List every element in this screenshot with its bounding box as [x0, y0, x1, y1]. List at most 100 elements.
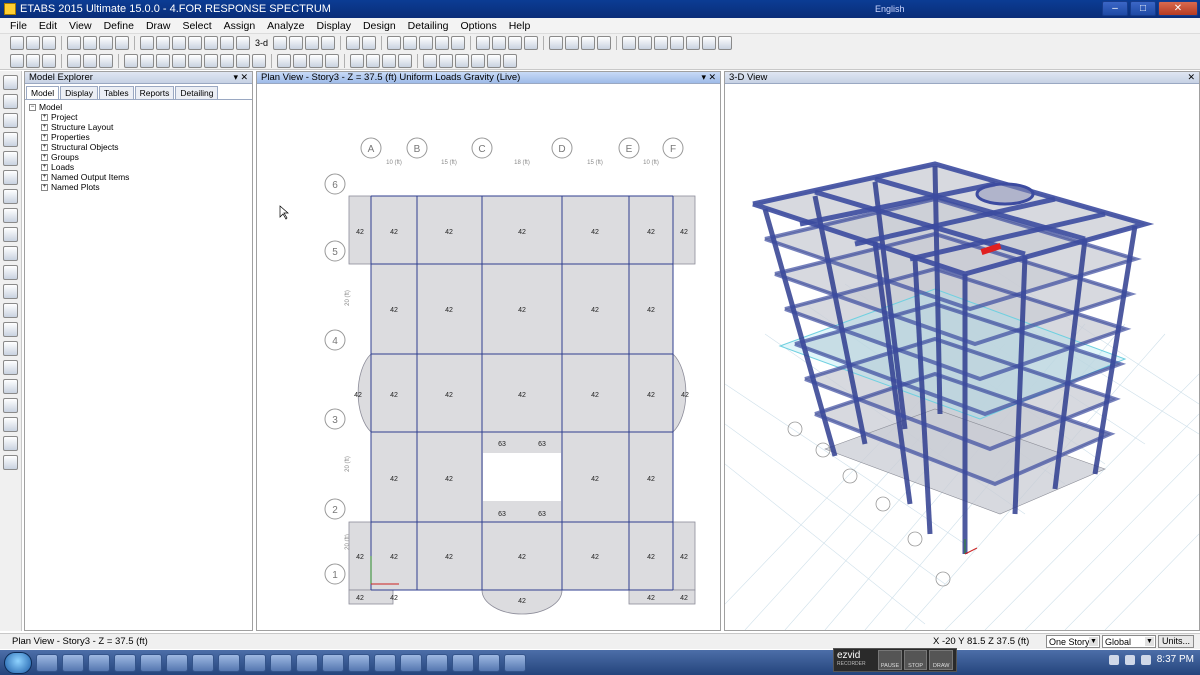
filter-icon[interactable] [654, 36, 669, 50]
draw-brace-vertical-icon[interactable] [3, 170, 18, 185]
point-load-icon[interactable] [366, 53, 380, 68]
draw-frame-icon[interactable] [67, 53, 81, 68]
draw-column-icon[interactable] [3, 151, 18, 166]
draw-link-icon[interactable] [3, 265, 18, 280]
show-tables-icon[interactable] [503, 53, 517, 68]
dimension-icon[interactable] [686, 36, 701, 50]
show-reactions-icon[interactable] [455, 53, 469, 68]
options-icon[interactable] [702, 36, 717, 50]
taskbar-pdf-icon[interactable] [452, 653, 474, 672]
concrete-design-icon[interactable] [565, 36, 580, 50]
taskbar-app-icon[interactable] [348, 653, 370, 672]
menu-display[interactable]: Display [311, 20, 357, 32]
taskbar-app-icon[interactable] [426, 653, 448, 672]
redo-icon[interactable] [83, 36, 97, 50]
minimize-button[interactable]: – [1102, 1, 1128, 16]
menu-analyze[interactable]: Analyze [261, 20, 310, 32]
zoom-window-icon[interactable] [172, 36, 186, 50]
plan-view-close-icon[interactable]: ▾ ✕ [701, 72, 716, 83]
steel-design-icon[interactable] [549, 36, 564, 50]
draw-brace-icon[interactable] [83, 53, 97, 68]
draw-dimension-icon[interactable] [3, 284, 18, 299]
taskbar-app-icon[interactable] [218, 653, 240, 672]
zoom-previous-icon[interactable] [204, 36, 218, 50]
tables-icon[interactable] [670, 36, 685, 50]
frame-load-icon[interactable] [382, 53, 396, 68]
tab-reports[interactable]: Reports [134, 86, 175, 99]
tab-tables[interactable]: Tables [99, 86, 134, 99]
clear-selection-icon[interactable] [42, 53, 56, 68]
view-3d-button[interactable]: 3-d [252, 38, 271, 48]
menu-edit[interactable]: Edit [33, 20, 63, 32]
snap-fine-grid-icon[interactable] [3, 455, 18, 470]
perspective-icon[interactable] [321, 36, 336, 50]
taskbar-app-icon[interactable] [244, 653, 266, 672]
story-option-select[interactable]: One Story ▼ [1046, 635, 1100, 648]
menu-options[interactable]: Options [455, 20, 503, 32]
restraint-icon[interactable] [277, 53, 291, 68]
display-icon[interactable] [638, 36, 653, 50]
zoom-extents-icon[interactable] [220, 36, 234, 50]
show-deformed-icon[interactable] [451, 36, 466, 50]
taskbar-skype-icon[interactable] [374, 653, 396, 672]
menu-select[interactable]: Select [176, 20, 217, 32]
expand-icon[interactable]: + [41, 133, 48, 141]
menu-detailing[interactable]: Detailing [402, 20, 455, 32]
section-cut-icon[interactable] [350, 53, 364, 68]
column-icon[interactable] [524, 36, 539, 50]
tray-volume-icon[interactable] [1124, 654, 1135, 665]
taskbar-etabs-icon[interactable] [504, 653, 526, 672]
replicate-icon[interactable] [124, 53, 138, 68]
run-analysis-icon[interactable] [115, 36, 129, 50]
assign-load-icon[interactable] [252, 53, 266, 68]
taskbar-media-icon[interactable] [62, 653, 84, 672]
tree-item-structural-objects[interactable]: + Structural Objects [29, 142, 248, 152]
draw-section-cut-icon[interactable] [3, 322, 18, 337]
recorder-stop-button[interactable]: STOP [903, 650, 928, 670]
tree-item-project[interactable]: + Project [29, 112, 248, 122]
rotate-icon[interactable] [305, 36, 320, 50]
tree-item-named-plots[interactable]: + Named Plots [29, 182, 248, 192]
snap-lines-icon[interactable] [3, 436, 18, 451]
move-down-icon[interactable] [362, 36, 377, 50]
select-all-icon[interactable] [10, 53, 24, 68]
expand-icon[interactable]: + [41, 123, 48, 131]
frame-icon[interactable] [476, 36, 491, 50]
menu-assign[interactable]: Assign [218, 20, 262, 32]
diaphragm-icon[interactable] [293, 53, 307, 68]
coord-system-select[interactable]: Global ▼ [1102, 635, 1156, 648]
taskbar-app-icon[interactable] [270, 653, 292, 672]
snap-intersections-icon[interactable] [3, 398, 18, 413]
new-model-icon[interactable] [10, 36, 24, 50]
tray-flag-icon[interactable] [1140, 654, 1151, 665]
show-story-response-icon[interactable] [487, 53, 501, 68]
shell-icon[interactable] [492, 36, 507, 50]
draw-rect-floor-icon[interactable] [3, 208, 18, 223]
taskbar-app-icon[interactable] [140, 653, 162, 672]
assign-joint-icon[interactable] [204, 53, 218, 68]
taskbar-outlook-icon[interactable] [296, 653, 318, 672]
pan-icon[interactable] [236, 36, 250, 50]
show-undeformed-icon[interactable] [419, 36, 434, 50]
draw-floor-icon[interactable] [3, 189, 18, 204]
snap-ends-icon[interactable] [3, 379, 18, 394]
tree-item-structure-layout[interactable]: + Structure Layout [29, 122, 248, 132]
plan-view-window[interactable]: Plan View - Story3 - Z = 37.5 (ft) Unifo… [256, 71, 721, 631]
divide-icon[interactable] [140, 53, 154, 68]
window-layout-icon[interactable] [718, 36, 733, 50]
zoom-in-icon[interactable] [156, 36, 170, 50]
tab-model[interactable]: Model [26, 86, 60, 99]
3d-view-window[interactable]: 3-D View ✕ [724, 71, 1200, 631]
move-up-icon[interactable] [346, 36, 361, 50]
draw-beam-icon[interactable] [3, 132, 18, 147]
shell-load-icon[interactable] [398, 53, 412, 68]
set-display-options-icon[interactable] [403, 36, 418, 50]
menu-file[interactable]: File [4, 20, 33, 32]
expand-icon[interactable]: + [41, 143, 48, 151]
draw-grid-icon[interactable] [3, 303, 18, 318]
taskbar-app-icon[interactable] [322, 653, 344, 672]
lock-icon[interactable] [99, 36, 113, 50]
expand-icon[interactable]: + [41, 163, 48, 171]
expand-icon[interactable]: + [41, 153, 48, 161]
tree-item-groups[interactable]: + Groups [29, 152, 248, 162]
